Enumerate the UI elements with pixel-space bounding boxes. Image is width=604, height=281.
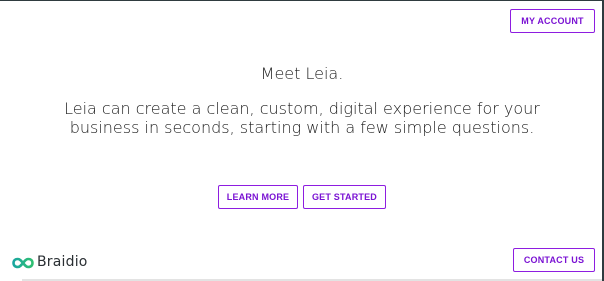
- hero-description: Leia can create a clean, custom, digital…: [64, 99, 540, 137]
- braidio-logo-icon: [12, 256, 34, 269]
- hero-headline: Meet Leia.: [260, 64, 344, 83]
- brand[interactable]: Braidio: [12, 252, 88, 272]
- get-started-button[interactable]: GET STARTED: [303, 185, 386, 209]
- brand-name: Braidio: [37, 254, 88, 270]
- contact-us-button[interactable]: CONTACT US: [513, 248, 595, 272]
- learn-more-button[interactable]: LEARN MORE: [218, 185, 298, 209]
- my-account-button[interactable]: MY ACCOUNT: [510, 9, 595, 33]
- top-border: [0, 0, 604, 1]
